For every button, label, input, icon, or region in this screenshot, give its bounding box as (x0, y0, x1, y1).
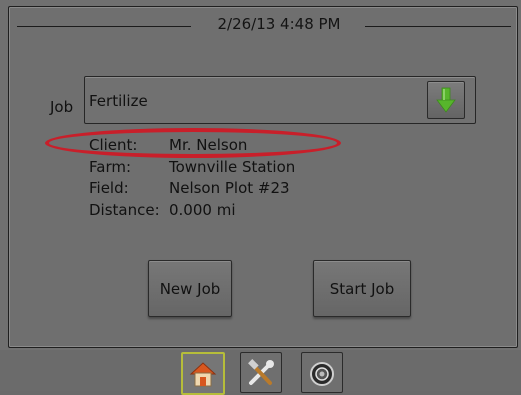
header-divider-right (365, 26, 511, 27)
bottom-tab-bar (0, 350, 521, 395)
field-value: Nelson Plot #23 (169, 179, 290, 197)
job-dropdown-button[interactable] (427, 81, 465, 119)
distance-value: 0.000 mi (169, 200, 236, 219)
client-highlight-ellipse (45, 128, 341, 158)
job-panel: 2/26/13 4:48 PM Job Fertilize Client: Mr… (8, 6, 518, 348)
arrow-down-icon (436, 87, 456, 113)
field-label: Field: (89, 179, 129, 197)
tools-icon (248, 358, 274, 385)
distance-label: Distance: (89, 200, 160, 219)
start-job-button[interactable]: Start Job (313, 260, 411, 317)
job-label: Job (50, 98, 74, 116)
datetime-display: 2/26/13 4:48 PM (217, 15, 341, 33)
header-divider-left (17, 26, 191, 27)
tab-tools[interactable] (240, 352, 282, 393)
job-value: Fertilize (89, 92, 148, 110)
app-screen: 2/26/13 4:48 PM Job Fertilize Client: Mr… (0, 0, 521, 395)
new-job-button[interactable]: New Job (148, 260, 232, 317)
tab-home[interactable] (181, 352, 225, 395)
farm-value: Townville Station (169, 157, 296, 176)
camera-icon (310, 361, 334, 386)
home-icon (189, 361, 217, 386)
tab-camera[interactable] (301, 352, 343, 393)
farm-label: Farm: (89, 157, 132, 176)
job-select[interactable]: Fertilize (84, 76, 476, 124)
